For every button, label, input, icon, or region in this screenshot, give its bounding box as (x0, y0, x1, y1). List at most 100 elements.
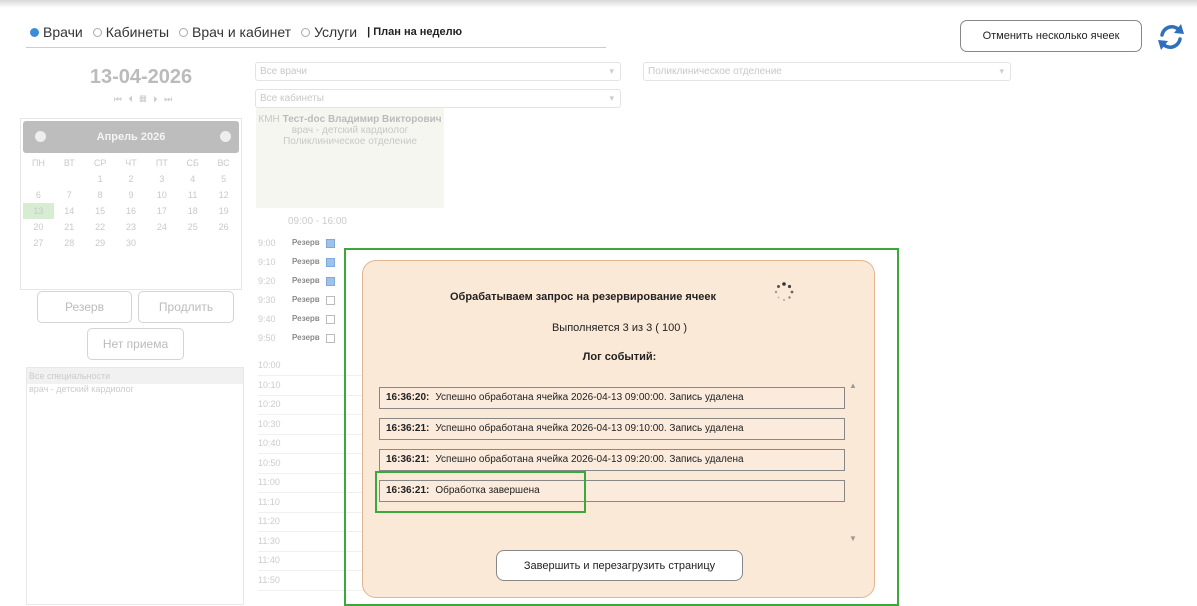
log-entry: 16:36:21: Успешно обработана ячейка 2026-… (379, 418, 845, 440)
radio-rooms[interactable]: Кабинеты (92, 24, 170, 40)
calendar-day[interactable]: 15 (85, 203, 116, 219)
calendar-day[interactable]: 19 (208, 203, 239, 219)
doctor-code: КМН (258, 114, 280, 125)
radio-doctors[interactable]: Врачи (30, 24, 83, 40)
slot-checkbox[interactable] (325, 276, 335, 286)
work-hours: 09:00 - 16:00 (288, 216, 347, 227)
specialty-list[interactable]: Все специальности врач - детский кардиол… (26, 367, 244, 605)
reserve-button[interactable]: Резерв (37, 291, 132, 323)
slot-label: Резерв (292, 314, 320, 323)
extend-button[interactable]: Продлить (138, 291, 234, 323)
date-nav[interactable]: ⏮ ⏴ ▦ ⏵ ⏭ (84, 94, 204, 105)
calendar-day[interactable]: 26 (208, 219, 239, 235)
select-value: Все врачи (260, 66, 308, 77)
radio-label: Кабинеты (105, 24, 170, 40)
no-reception-button[interactable]: Нет приема (87, 328, 184, 360)
time-slot[interactable]: 9:30 Резерв (258, 293, 335, 307)
loading-spinner-icon (774, 282, 794, 301)
time-slot[interactable]: 9:00 Резерв (258, 236, 335, 250)
radio-doctor-room[interactable]: Врач и кабинет (179, 24, 291, 40)
calendar-day[interactable]: 23 (116, 219, 147, 235)
cancel-several-cells-button[interactable]: Отменить несколько ячеек (960, 20, 1142, 52)
calendar-day[interactable]: 12 (208, 187, 239, 203)
radio-label: Врач и кабинет (192, 24, 292, 40)
specialty-item[interactable]: Все специальности (27, 368, 243, 384)
finish-reload-button[interactable]: Завершить и перезагрузить страницу (496, 550, 743, 581)
calendar-day[interactable]: 24 (146, 219, 177, 235)
weekday-label: ЧТ (125, 158, 137, 168)
log-text: Успешно обработана ячейка 2026-04-13 09:… (435, 454, 744, 465)
slot-label: Резерв (292, 257, 320, 266)
calendar-day[interactable]: 30 (116, 235, 147, 251)
specialty-item[interactable]: врач - детский кардиолог (27, 384, 243, 394)
calendar-day[interactable]: 4 (177, 171, 208, 187)
scroll-down-icon[interactable]: ▼ (849, 534, 857, 543)
calendar-day[interactable]: 20 (23, 219, 54, 235)
top-bar: Врачи Кабинеты Врач и кабинет Услуги | П… (0, 0, 1197, 66)
highlight-frame-final (375, 471, 586, 513)
calendar-day[interactable]: 8 (85, 187, 116, 203)
slot-checkbox[interactable] (325, 295, 335, 305)
view-mode-radios: Врачи Кабинеты Врач и кабинет Услуги | П… (30, 24, 462, 40)
radio-dot[interactable] (301, 27, 311, 37)
calendar-day[interactable]: 21 (54, 219, 85, 235)
slot-checkbox[interactable] (325, 314, 335, 324)
calendar-day[interactable]: 22 (85, 219, 116, 235)
doctor-select[interactable]: Все врачи ▾ (255, 62, 621, 81)
calendar-day[interactable]: 27 (23, 235, 54, 251)
slot-time: 9:50 (258, 333, 276, 343)
week-plan-link[interactable]: | План на неделю (367, 26, 462, 38)
radio-dot[interactable] (30, 27, 39, 37)
log-entry: 16:36:21: Успешно обработана ячейка 2026-… (379, 449, 845, 471)
calendar-day[interactable]: 2 (116, 171, 147, 187)
radio-dot[interactable] (179, 27, 189, 37)
calendar-day[interactable]: 11 (177, 187, 208, 203)
radio-dot[interactable] (92, 27, 102, 37)
calendar-day[interactable]: 9 (116, 187, 147, 203)
next-month-icon[interactable] (220, 131, 231, 142)
calendar-day[interactable]: 16 (116, 203, 147, 219)
calendar-day[interactable]: 5 (208, 171, 239, 187)
calendar-day[interactable]: 25 (177, 219, 208, 235)
calendar-day[interactable]: 1 (85, 171, 116, 187)
room-select[interactable]: Все кабинеты ▾ (255, 89, 621, 108)
calendar-day[interactable]: 10 (146, 187, 177, 203)
log-title: Лог событий: (582, 351, 657, 363)
radio-label: Врачи (43, 24, 83, 40)
calendar-day[interactable]: 3 (146, 171, 177, 187)
log-time: 16:36:20: (386, 392, 430, 403)
scroll-up-icon[interactable]: ▲ (849, 381, 857, 390)
doctor-name-line: КМН Тест-doc Владимир Викторович (256, 114, 444, 125)
time-slot[interactable]: 9:20 Резерв (258, 274, 335, 288)
current-date: 13-04-2026 (89, 66, 193, 88)
department-select[interactable]: Поликлиническое отделение ▾ (643, 62, 1011, 81)
radio-services[interactable]: Услуги (301, 24, 357, 40)
time-slot[interactable]: 9:10 Резерв (258, 255, 335, 269)
calendar-day[interactable]: 7 (54, 187, 85, 203)
refresh-icon[interactable] (1154, 20, 1188, 54)
slot-checkbox[interactable] (325, 257, 335, 267)
doctor-role: врач - детский кардиолог (291, 125, 409, 136)
log-entry: 16:36:20: Успешно обработана ячейка 2026-… (379, 387, 845, 409)
calendar-grid: ПН ВТ СР ЧТ ПТ СБ ВС 1 2 3 4 5 6 7 8 9 10 11 12 13 14 15 16 17 1… (21, 155, 241, 251)
time-slot[interactable]: 9:50 Резерв (258, 331, 335, 345)
log-scrollbar[interactable]: ▲ ▼ (849, 379, 859, 543)
calendar-day (177, 235, 208, 251)
calendar-day[interactable]: 18 (177, 203, 208, 219)
calendar-day[interactable]: 29 (85, 235, 116, 251)
time-slot[interactable]: 9:40 Резерв (258, 312, 335, 326)
calendar-day[interactable]: 28 (54, 235, 85, 251)
slot-time: 9:10 (258, 257, 276, 267)
slot-checkbox[interactable] (325, 238, 335, 248)
log-list[interactable]: 16:36:20: Успешно обработана ячейка 2026-… (379, 379, 859, 545)
prev-month-icon[interactable] (35, 131, 46, 142)
calendar-day[interactable]: 6 (23, 187, 54, 203)
slot-checkbox[interactable] (325, 333, 335, 343)
calendar-day[interactable]: 14 (54, 203, 85, 219)
calendar-day (146, 235, 177, 251)
calendar-day[interactable]: 13 (23, 203, 54, 219)
calendar-day[interactable]: 17 (146, 203, 177, 219)
dialog-title: Обрабатываем запрос на резервирование яч… (450, 291, 716, 303)
calendar-day (23, 171, 54, 187)
calendar-header: Апрель 2026 (23, 121, 239, 153)
